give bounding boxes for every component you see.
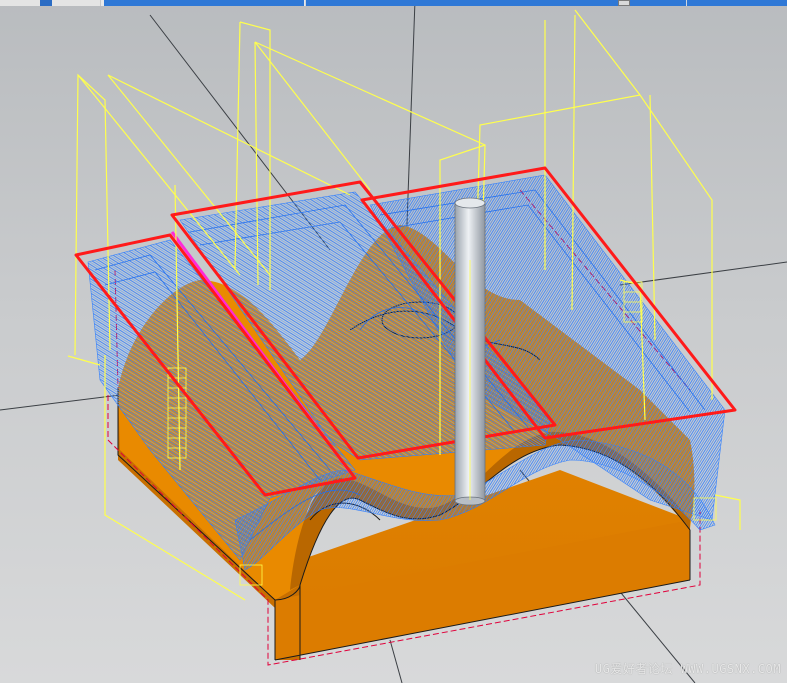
chevron-down-icon[interactable] [618,0,630,6]
cutting-tool[interactable] [454,197,486,506]
cam-viewport-window: UG爱好者论坛 WWW.UGSNX.COM [0,0,787,683]
toolbar-left-field[interactable] [0,0,101,6]
graphics-viewport[interactable] [0,0,787,683]
toolbar-right-field[interactable] [686,0,787,6]
toolbar-selection-field[interactable] [104,0,304,6]
toolbar-strip [0,0,787,6]
toolbar-indicator [40,0,52,6]
watermark-text: UG爱好者论坛 WWW.UGSNX.COM [594,662,781,676]
